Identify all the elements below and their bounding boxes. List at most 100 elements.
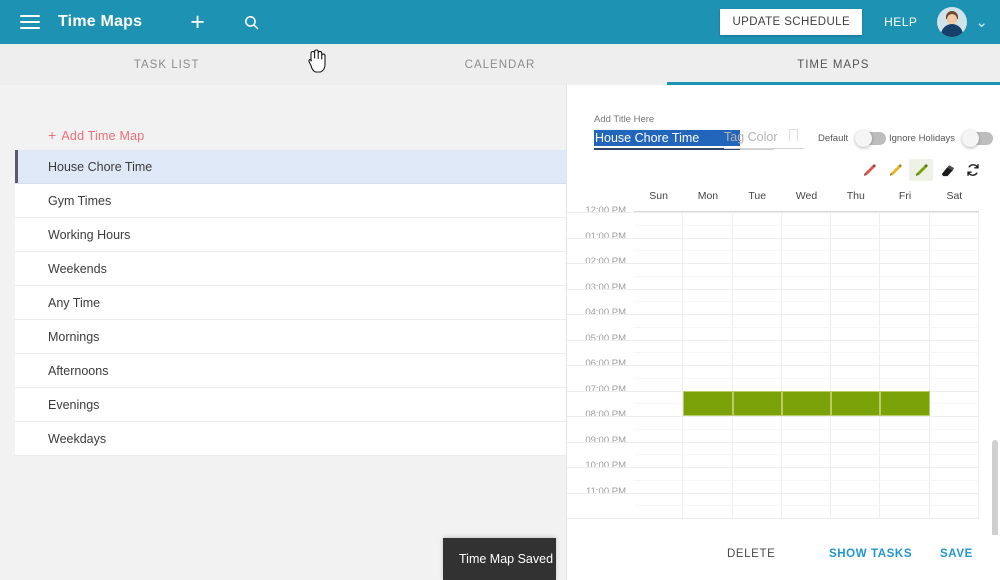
list-item-label: Afternoons [48, 364, 108, 378]
list-item-label: House Chore Time [48, 160, 152, 174]
search-icon[interactable] [243, 14, 260, 31]
delete-button[interactable]: DELETE [727, 548, 775, 560]
day-header-row: Sun Mon Tue Wed Thu Fri Sat [634, 190, 979, 212]
update-schedule-button[interactable]: UPDATE SCHEDULE [720, 9, 862, 35]
tab-time-maps[interactable]: TIME MAPS [667, 44, 1000, 85]
list-item[interactable]: House Chore Time [15, 150, 566, 184]
day-header-tue: Tue [733, 190, 782, 211]
list-item[interactable]: Weekdays [15, 422, 566, 456]
day-header-sat: Sat [930, 190, 979, 211]
time-label: 03:00 PM [585, 282, 626, 293]
reset-icon[interactable] [961, 159, 985, 181]
time-block[interactable] [880, 391, 929, 417]
grid-half-hour-line [634, 505, 979, 506]
ignore-holidays-toggle-group[interactable]: Ignore Holidays [889, 132, 993, 145]
tag-color-underline [724, 148, 804, 149]
main-tabs: TASK LIST CALENDAR TIME MAPS [0, 44, 1000, 85]
time-block[interactable] [831, 391, 880, 417]
list-item-label: Gym Times [48, 194, 111, 208]
ignore-holidays-toggle[interactable] [962, 132, 993, 145]
list-item[interactable]: Afternoons [15, 354, 566, 388]
grid-hour-line [567, 365, 979, 366]
list-item[interactable]: Gym Times [15, 184, 566, 218]
grid-hour-line [567, 314, 979, 315]
list-item[interactable]: Any Time [15, 286, 566, 320]
toggle-knob [855, 130, 872, 147]
tab-calendar[interactable]: CALENDAR [333, 44, 666, 85]
grid-hour-line [567, 340, 979, 341]
avatar-body [941, 24, 963, 37]
editor-footer: DELETE SHOW TASKS SAVE [567, 528, 1000, 580]
grid-half-hour-line [634, 429, 979, 430]
list-item[interactable]: Weekends [15, 252, 566, 286]
list-item-label: Any Time [48, 296, 100, 310]
time-label: 08:00 PM [585, 409, 626, 420]
default-toggle[interactable] [855, 132, 886, 145]
time-map-title-input[interactable] [594, 130, 740, 146]
grid-area[interactable] [634, 212, 979, 518]
time-label: 01:00 PM [585, 231, 626, 242]
time-block[interactable] [733, 391, 782, 417]
grid-hour-line [567, 467, 979, 468]
list-item-label: Mornings [48, 330, 99, 344]
plus-icon[interactable]: + [190, 10, 205, 35]
time-block[interactable] [782, 391, 831, 417]
add-time-map-label: Add Time Map [61, 129, 144, 143]
day-header-sun: Sun [634, 190, 683, 211]
grid-hour-line [567, 212, 979, 213]
time-label: 06:00 PM [585, 358, 626, 369]
eraser-icon[interactable] [935, 159, 959, 181]
pencil-yellow-icon[interactable] [883, 159, 907, 181]
time-map-list: House Chore Time Gym Times Working Hours… [15, 150, 566, 456]
time-map-list-panel: +Add Time Map House Chore Time Gym Times… [0, 85, 566, 580]
grid-half-hour-line [634, 454, 979, 455]
tag-color-swatch[interactable] [789, 129, 798, 141]
grid-half-hour-line [634, 480, 979, 481]
grid-hour-line [567, 263, 979, 264]
title-input-underline [594, 148, 740, 150]
time-map-title-field[interactable] [594, 129, 714, 147]
chevron-down-icon[interactable]: ⌄ [975, 13, 988, 31]
grid-scrollbar[interactable] [992, 440, 998, 535]
help-button: HELP [884, 15, 917, 29]
grid-hour-line [567, 238, 979, 239]
app-root: Time Maps + UPDATE SCHEDULE HELP ⌄ TASK … [0, 0, 1000, 580]
default-toggle-group[interactable]: Default [818, 132, 886, 145]
top-app-bar: Time Maps + UPDATE SCHEDULE HELP ⌄ [0, 0, 1000, 44]
list-item[interactable]: Evenings [15, 388, 566, 422]
time-label: 04:00 PM [585, 307, 626, 318]
grid-hour-line [567, 518, 979, 519]
tab-task-list[interactable]: TASK LIST [0, 44, 333, 85]
time-block[interactable] [683, 391, 732, 417]
grid-hour-line [567, 416, 979, 417]
time-map-editor-panel: Add Title Here Tag Color Default Ignore … [566, 85, 1000, 580]
pencil-red-icon[interactable] [857, 159, 881, 181]
grid-half-hour-line [634, 225, 979, 226]
user-menu[interactable]: ⌄ [937, 7, 1000, 37]
hamburger-menu-icon[interactable] [20, 15, 40, 29]
default-toggle-label: Default [818, 133, 848, 144]
day-header-wed: Wed [782, 190, 831, 211]
grid-hour-line [567, 493, 979, 494]
toast-notification: Time Map Saved [443, 538, 556, 580]
grid-half-hour-line [634, 327, 979, 328]
time-map-grid[interactable]: Sun Mon Tue Wed Thu Fri Sat 12:00 PM 01:… [567, 190, 1000, 535]
list-item-label: Weekends [48, 262, 107, 276]
title-field-label: Add Title Here [594, 114, 654, 125]
add-time-map-button[interactable]: +Add Time Map [48, 127, 144, 143]
time-label: 10:00 PM [585, 460, 626, 471]
grid-hour-line [567, 442, 979, 443]
day-header-mon: Mon [683, 190, 732, 211]
list-item[interactable]: Working Hours [15, 218, 566, 252]
grid-half-hour-line [634, 301, 979, 302]
show-tasks-button[interactable]: SHOW TASKS [829, 548, 912, 560]
avatar[interactable] [937, 7, 967, 37]
time-label: 09:00 PM [585, 435, 626, 446]
list-item[interactable]: Mornings [15, 320, 566, 354]
pencil-green-icon[interactable] [909, 159, 933, 181]
title-input-underline-extension [740, 149, 774, 150]
time-label: 05:00 PM [585, 333, 626, 344]
grid-hour-line [567, 289, 979, 290]
time-label: 07:00 PM [585, 384, 626, 395]
save-button[interactable]: SAVE [940, 548, 973, 560]
